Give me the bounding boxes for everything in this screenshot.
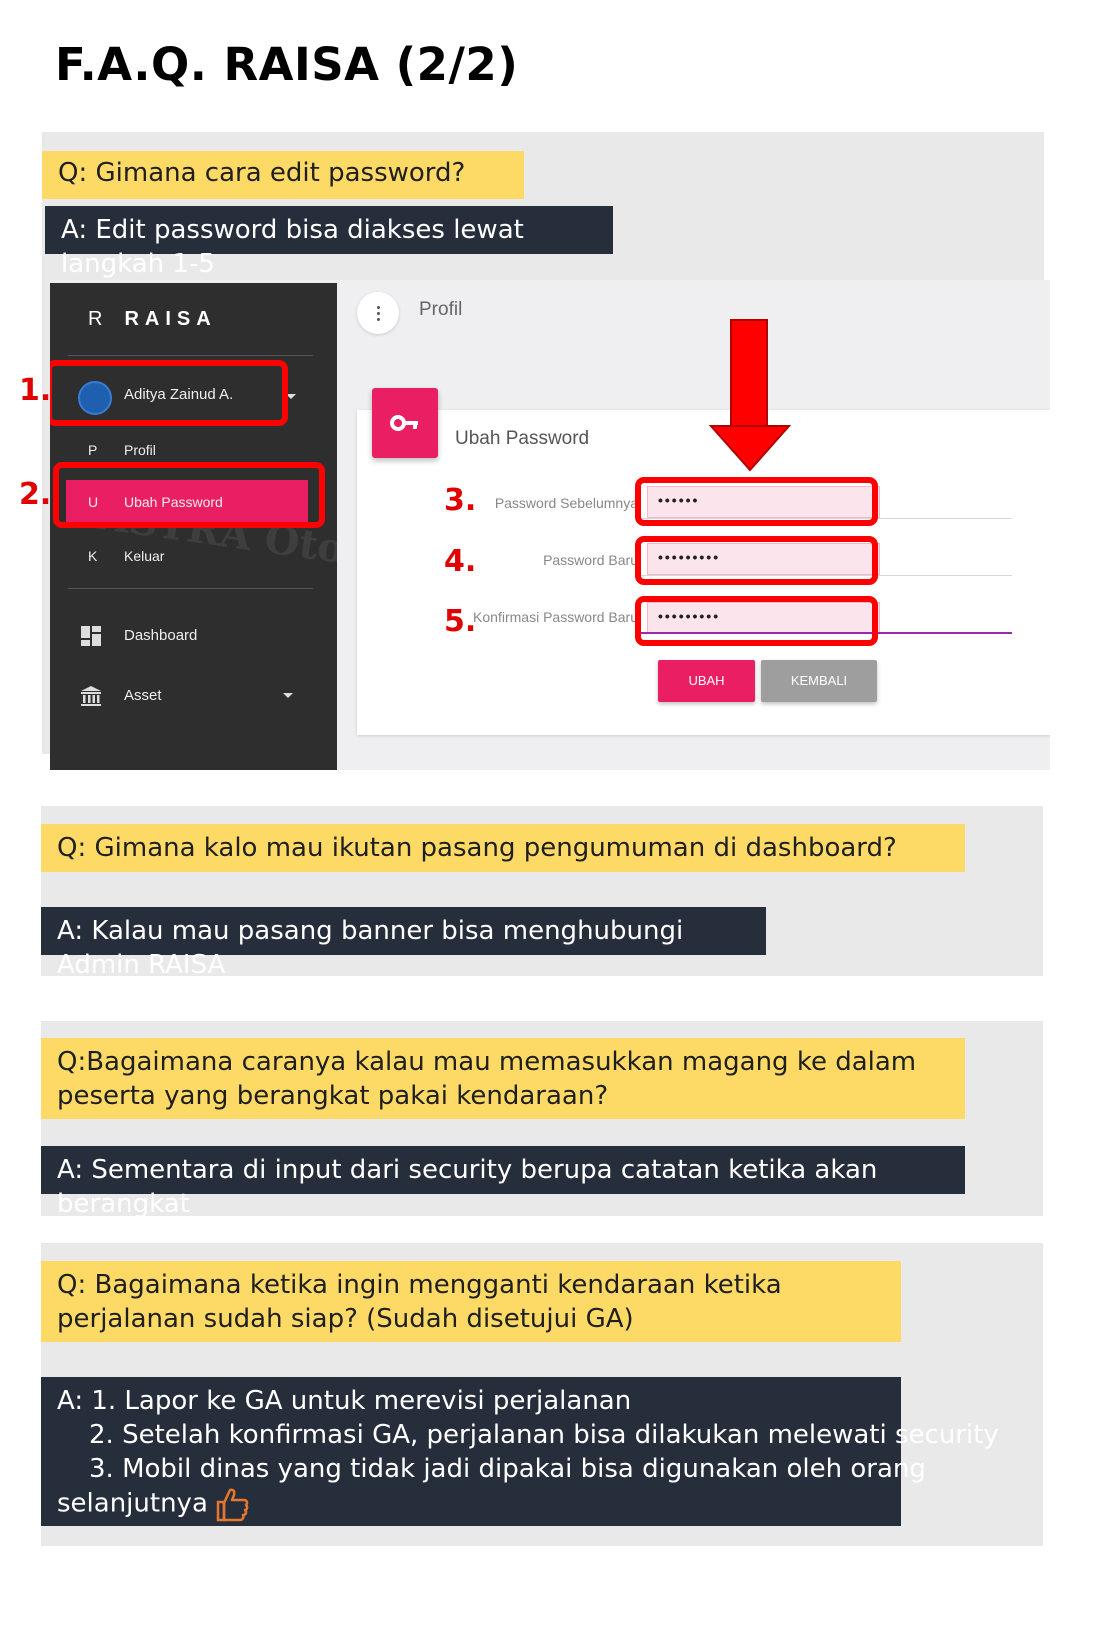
faq-question-2: Q: Gimana kalo mau ikutan pasang pengumu… <box>41 824 965 872</box>
key-glyph <box>390 415 418 431</box>
step-number-5: 5. <box>444 604 477 639</box>
panel-title: Ubah Password <box>455 428 590 449</box>
step-number-2: 2. <box>19 477 52 512</box>
ubah-button[interactable]: UBAH <box>658 660 755 702</box>
sidebar-item-key: K <box>88 548 98 564</box>
content-header: Profil <box>337 280 1050 360</box>
sidebar-item-key: P <box>88 442 98 458</box>
sidebar-item-asset[interactable]: Asset <box>50 674 337 718</box>
field-label-new-password: Password Baru <box>543 552 638 568</box>
highlight-box-ubah-password <box>53 462 325 528</box>
answer-line-1: A: 1. Lapor ke GA untuk merevisi perjala… <box>57 1386 632 1416</box>
faq-answer-3: A: Sementara di input dari security beru… <box>41 1146 965 1219</box>
highlight-box-field-3 <box>635 477 878 526</box>
sidebar-item-label: Profil <box>124 442 156 458</box>
sidebar-divider <box>68 588 313 589</box>
thumbs-up-icon <box>216 1488 249 1522</box>
step-number-1: 1. <box>19 373 52 408</box>
page-title: F.A.Q. RAISA (2/2) <box>55 38 519 91</box>
highlight-box-user <box>50 360 288 426</box>
sidebar-item-label: Keluar <box>124 548 165 564</box>
answer-line-4-text: selanjutnya <box>57 1488 208 1519</box>
faq-answer-2: A: Kalau mau pasang banner bisa menghubu… <box>41 907 766 980</box>
brand-letter: R <box>88 308 109 330</box>
faq-answer-1: A: Edit password bisa diakses lewat lang… <box>45 206 613 279</box>
key-icon <box>372 388 438 458</box>
chevron-down-icon <box>283 693 293 698</box>
sidebar-item-dashboard[interactable]: Dashboard <box>50 614 337 658</box>
field-label-confirm-password: Konfirmasi Password Baru <box>473 609 638 625</box>
field-label-old-password: Password Sebelumnya <box>494 495 638 511</box>
kembali-button[interactable]: KEMBALI <box>761 660 877 702</box>
more-vert-icon[interactable] <box>357 292 399 334</box>
faq-question-1: Q: Gimana cara edit password? <box>42 151 524 199</box>
bank-icon <box>81 686 101 706</box>
faq-question-4: Q: Bagaimana ketika ingin mengganti kend… <box>41 1261 901 1342</box>
sidebar-item-keluar[interactable]: K Keluar <box>50 534 337 578</box>
brand-name: RAISA <box>124 308 217 330</box>
answer-line-3: 3. Mobil dinas yang tidak jadi dipakai b… <box>89 1454 926 1484</box>
highlight-box-field-4 <box>635 536 878 585</box>
sidebar-item-label: Dashboard <box>124 627 198 644</box>
raisa-screenshot: ASTRA Otoparts DIVISI WINTEQ RRAISA Adit… <box>50 280 1050 770</box>
dashboard-icon <box>81 626 101 646</box>
answer-line-4: selanjutnya <box>57 1486 885 1522</box>
header-title: Profil <box>419 299 463 320</box>
faq-answer-4: A: 1. Lapor ke GA untuk merevisi perjala… <box>41 1377 999 1526</box>
highlight-box-field-5 <box>635 596 878 646</box>
sidebar-divider <box>68 355 313 356</box>
brand: R RAISA <box>88 308 217 331</box>
arrow-down-icon <box>708 319 792 472</box>
faq-question-3: Q:Bagaimana caranya kalau mau memasukkan… <box>41 1038 965 1119</box>
step-number-4: 4. <box>444 544 477 579</box>
step-number-3: 3. <box>444 483 477 518</box>
sidebar-item-label: Asset <box>124 687 162 704</box>
answer-line-2: 2. Setelah konfirmasi GA, perjalanan bis… <box>89 1420 999 1450</box>
